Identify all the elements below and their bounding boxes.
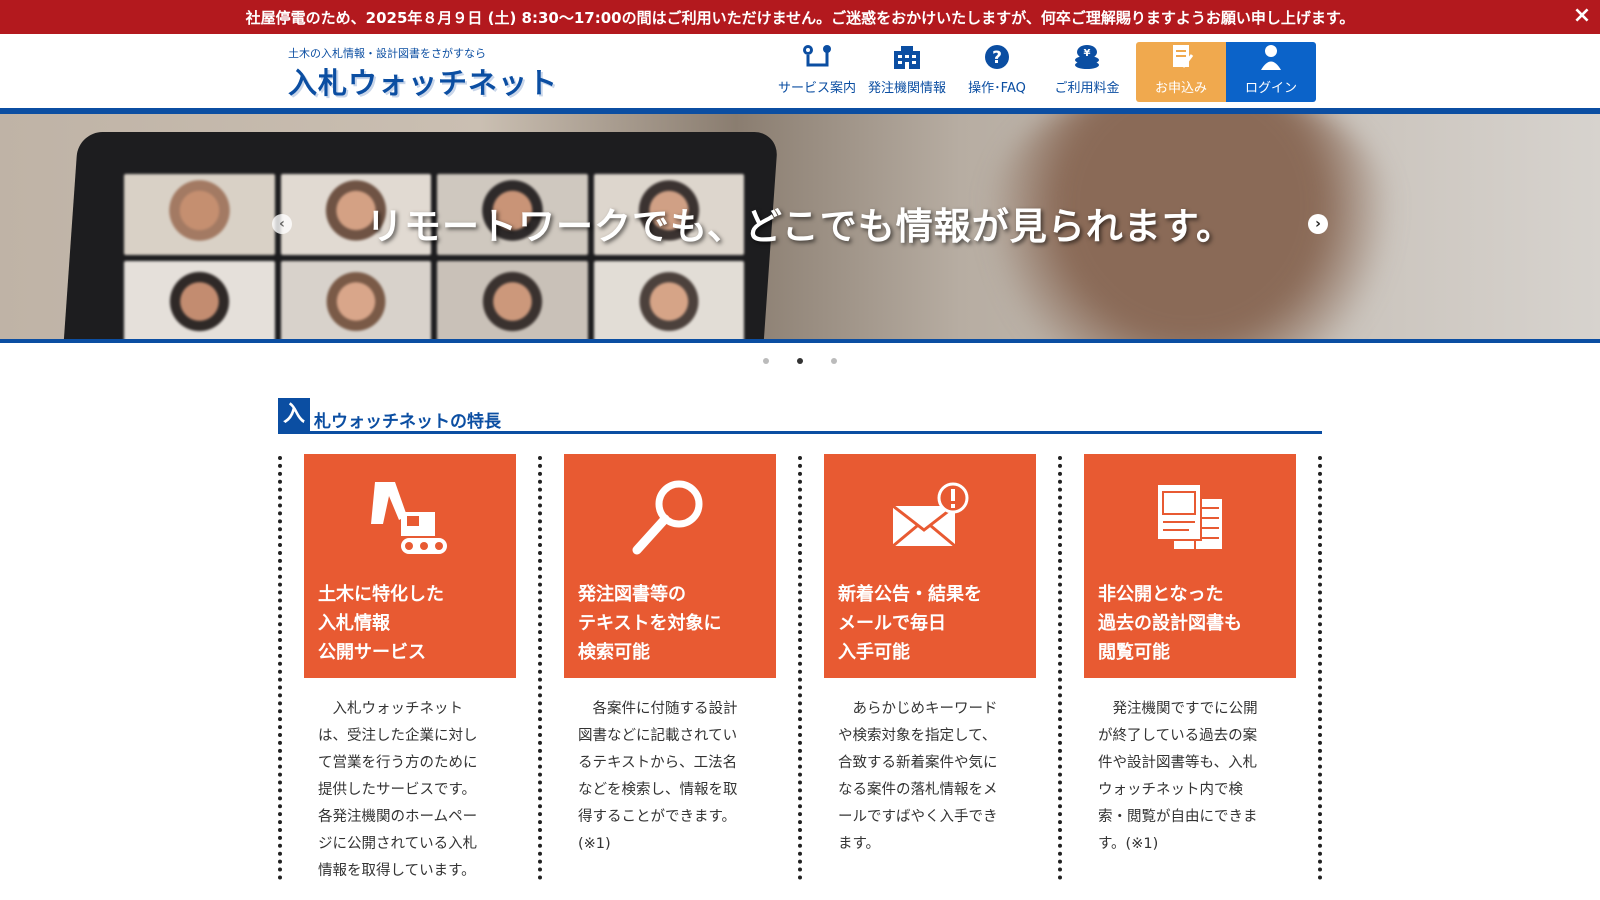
apply-label: お申込み (1154, 81, 1207, 96)
nav-faq[interactable]: ? 操作･FAQ (952, 42, 1042, 102)
feature-card-description: 各案件に付随する設計 図書などに記載されてい るテキストから、工法名 などを検索し、… (578, 701, 738, 852)
dotted-divider (278, 456, 282, 880)
feature-card-description: 発注機関ですでに公開 が終了している過去の案 件や設計図書等も、入札 ウォッチネット… (1098, 701, 1258, 852)
nav-agency-label: 発注機関情報 (867, 81, 946, 96)
dotted-divider (798, 456, 802, 880)
maintenance-notice: 社屋停電のため、2025年８月９日 (土) 8:30〜17:00の間はご利用いた… (0, 0, 1600, 34)
features-heading: 入 札ウォッチネットの特長 (278, 398, 1322, 434)
feature-card-title: 新着公告・結果を メールで毎日 入手可能 (838, 584, 982, 663)
features-heading-mark: 入 (278, 398, 310, 432)
nav-service-label: サービス案内 (777, 81, 856, 96)
slider-dot-3[interactable] (831, 358, 837, 364)
slider-dot-1[interactable] (763, 358, 769, 364)
feature-card-text-search: 発注図書等の テキストを対象に 検索可能 (564, 454, 776, 678)
slider-dots (0, 358, 1600, 364)
hero-divider (0, 339, 1600, 343)
yen-coins-icon: ¥ (1075, 45, 1099, 69)
nav-service[interactable]: サービス案内 (772, 42, 862, 102)
slider-dot-2[interactable] (797, 358, 803, 364)
notice-text: 社屋停電のため、2025年８月９日 (土) 8:30〜17:00の間はご利用いた… (245, 8, 1355, 27)
magnifier-icon (632, 480, 703, 555)
nav-faq-label: 操作･FAQ (968, 81, 1026, 96)
slider-prev-button[interactable]: ‹ (272, 214, 292, 234)
feature-card-title: 発注図書等の テキストを対象に 検索可能 (578, 584, 722, 663)
feature-card-title: 土木に特化した 入札情報 公開サービス (318, 584, 444, 663)
documents-icon (1156, 483, 1224, 551)
nav-pricing-label: ご利用料金 (1054, 81, 1120, 96)
service-map-icon (803, 45, 831, 67)
excavator-icon (371, 482, 447, 554)
mail-alert-icon (892, 482, 969, 548)
hero-caption: リモートワークでも、どこでも情報が見られます。 (365, 205, 1235, 248)
login-label: ログイン (1244, 81, 1297, 96)
dotted-divider (538, 456, 542, 880)
building-icon (894, 46, 920, 69)
feature-card-archive: 非公開となった 過去の設計図書も 閲覧可能 (1084, 454, 1296, 678)
feature-card-description: 入札ウォッチネット は、受注した企業に対し て営業を行う方のために 提供したサービス… (318, 701, 478, 879)
nav-pricing[interactable]: ¥ ご利用料金 (1042, 42, 1132, 102)
feature-card-civil: 土木に特化した 入札情報 公開サービス (304, 454, 516, 678)
close-notice-button[interactable]: × (1570, 4, 1594, 28)
dotted-divider (1318, 456, 1322, 880)
dotted-divider (1058, 456, 1062, 880)
svg-text:¥: ¥ (1084, 48, 1091, 59)
application-form-icon (1173, 45, 1194, 68)
feature-card-description: あらかじめキーワード や検索対象を指定して、 合致する新着案件や気に なる案件の落札… (838, 701, 998, 852)
user-icon (1261, 45, 1281, 70)
slider-next-button[interactable]: › (1308, 214, 1328, 234)
logo-tagline: 土木の入札情報・設計図書をさがすなら (288, 47, 486, 60)
svg-text:?: ? (992, 48, 1002, 68)
nav-agency[interactable]: 発注機関情報 (862, 42, 952, 102)
features-heading-title: 札ウォッチネットの特長 (314, 412, 501, 432)
apply-button[interactable]: お申込み (1136, 42, 1226, 102)
site-logo[interactable]: 入札ウォッチネット (288, 60, 558, 102)
feature-card-title: 非公開となった 過去の設計図書も 閲覧可能 (1098, 584, 1242, 663)
question-icon: ? (985, 45, 1009, 69)
feature-card-mail: 新着公告・結果を メールで毎日 入手可能 (824, 454, 1036, 678)
login-button[interactable]: ログイン (1226, 42, 1316, 102)
